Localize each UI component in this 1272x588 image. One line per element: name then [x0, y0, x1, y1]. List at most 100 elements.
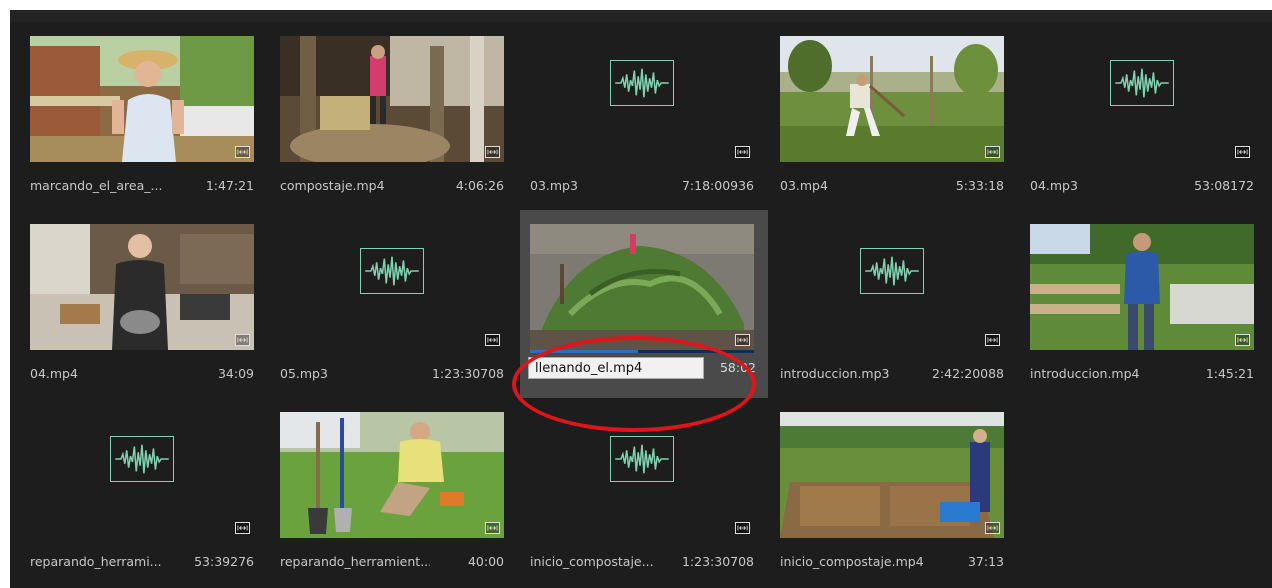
- media-tile[interactable]: marcando_el_area_... 1:47:21: [20, 22, 268, 210]
- media-caption: compostaje.mp4 4:06:26: [280, 178, 504, 198]
- media-caption: 03.mp4 5:33:18: [780, 178, 1004, 198]
- selected-media-tile[interactable]: 58:02: [520, 210, 768, 398]
- media-caption: reparando_herramient... 40:00: [280, 554, 504, 574]
- media-caption: 03.mp3 7:18:00936: [530, 178, 754, 198]
- audio-thumbnail[interactable]: [530, 36, 754, 162]
- project-bin-panel: marcando_el_area_... 1:47:21 compostaje.…: [10, 10, 1272, 588]
- audio-thumbnail[interactable]: [780, 224, 1004, 350]
- woman-in-hat-photo: [30, 36, 254, 162]
- media-duration: 1:23:30708: [431, 366, 504, 381]
- barn-compost-photo: [280, 36, 504, 162]
- film-icon: [1235, 146, 1250, 158]
- compost-bins-photo: [780, 412, 1004, 538]
- rename-input[interactable]: [528, 357, 704, 379]
- media-name: marcando_el_area_...: [30, 178, 163, 193]
- media-caption: introduccion.mp3 2:42:20088: [780, 366, 1004, 386]
- audio-thumbnail[interactable]: [30, 412, 254, 538]
- media-caption: introduccion.mp4 1:45:21: [1030, 366, 1254, 386]
- media-name: 04.mp3: [1030, 178, 1078, 193]
- media-name: inicio_compostaje.mp4: [780, 554, 924, 569]
- media-duration: 7:18:00936: [681, 178, 754, 193]
- video-thumbnail[interactable]: [530, 224, 754, 350]
- media-tile[interactable]: introduccion.mp4 1:45:21: [1020, 210, 1268, 398]
- media-tile[interactable]: 03.mp3 7:18:00936: [520, 22, 768, 210]
- audio-waveform-icon: [1110, 60, 1174, 106]
- media-caption: 05.mp3 1:23:30708: [280, 366, 504, 386]
- media-duration: 58:02: [719, 360, 756, 375]
- video-thumbnail[interactable]: [780, 412, 1004, 538]
- media-caption: reparando_herrami... 53:39276: [30, 554, 254, 574]
- audio-waveform-icon: [610, 60, 674, 106]
- audio-waveform-icon: [610, 436, 674, 482]
- audio-waveform-icon: [110, 436, 174, 482]
- media-name: reparando_herrami...: [30, 554, 162, 569]
- media-caption: inicio_compostaje.mp4 37:13: [780, 554, 1004, 574]
- audio-thumbnail[interactable]: [530, 412, 754, 538]
- media-tile[interactable]: 05.mp3 1:23:30708: [270, 210, 518, 398]
- media-duration: 5:33:18: [955, 178, 1004, 193]
- media-name: reparando_herramient...: [280, 554, 430, 569]
- media-tile[interactable]: compostaje.mp4 4:06:26: [270, 22, 518, 210]
- playback-scrubber[interactable]: [530, 350, 754, 353]
- media-duration: 53:08172: [1194, 178, 1254, 193]
- film-icon: [735, 146, 750, 158]
- audio-thumbnail[interactable]: [280, 224, 504, 350]
- audio-waveform-icon: [360, 248, 424, 294]
- film-icon: [235, 334, 250, 346]
- film-icon: [1235, 334, 1250, 346]
- audio-thumbnail[interactable]: [1030, 36, 1254, 162]
- media-name: introduccion.mp4: [1030, 366, 1140, 381]
- media-tile[interactable]: 04.mp3 53:08172: [1020, 22, 1268, 210]
- media-tile[interactable]: inicio_compostaje... 1:23:30708: [520, 398, 768, 586]
- media-name: 03.mp3: [530, 178, 578, 193]
- media-tile[interactable]: 03.mp4 5:33:18: [770, 22, 1018, 210]
- video-thumbnail[interactable]: [30, 36, 254, 162]
- field-digging-photo: [780, 36, 1004, 162]
- media-name: compostaje.mp4: [280, 178, 385, 193]
- media-caption: 04.mp4 34:09: [30, 366, 254, 386]
- media-duration: 1:23:30708: [681, 554, 754, 569]
- film-icon: [985, 334, 1000, 346]
- man-in-garden-photo: [1030, 224, 1254, 350]
- media-duration: 1:47:21: [205, 178, 254, 193]
- media-tile[interactable]: reparando_herrami... 53:39276: [20, 398, 268, 586]
- compost-pile-photo: [530, 224, 754, 350]
- media-name: 05.mp3: [280, 366, 328, 381]
- media-duration: 37:13: [967, 554, 1004, 569]
- media-duration: 34:09: [217, 366, 254, 381]
- video-thumbnail[interactable]: [780, 36, 1004, 162]
- media-duration: 2:42:20088: [931, 366, 1004, 381]
- media-tile[interactable]: reparando_herramient... 40:00: [270, 398, 518, 586]
- film-icon: [985, 522, 1000, 534]
- media-name: 03.mp4: [780, 178, 828, 193]
- media-tile[interactable]: inicio_compostaje.mp4 37:13: [770, 398, 1018, 586]
- media-name: inicio_compostaje...: [530, 554, 654, 569]
- media-caption: 04.mp3 53:08172: [1030, 178, 1254, 198]
- media-caption: inicio_compostaje... 1:23:30708: [530, 554, 754, 574]
- media-duration: 53:39276: [194, 554, 254, 569]
- film-icon: [485, 522, 500, 534]
- film-icon: [485, 334, 500, 346]
- film-icon: [235, 522, 250, 534]
- media-duration: 4:06:26: [455, 178, 504, 193]
- film-icon: [985, 146, 1000, 158]
- media-caption: marcando_el_area_... 1:47:21: [30, 178, 254, 198]
- kitchen-woman-photo: [30, 224, 254, 350]
- playhead-progress: [530, 350, 638, 353]
- film-icon: [485, 146, 500, 158]
- video-thumbnail[interactable]: [280, 36, 504, 162]
- video-thumbnail[interactable]: [280, 412, 504, 538]
- tool-repair-photo: [280, 412, 504, 538]
- audio-waveform-icon: [860, 248, 924, 294]
- film-icon: [235, 146, 250, 158]
- film-icon: [735, 334, 750, 346]
- video-thumbnail[interactable]: [1030, 224, 1254, 350]
- media-tile[interactable]: 04.mp4 34:09: [20, 210, 268, 398]
- media-tile[interactable]: introduccion.mp3 2:42:20088: [770, 210, 1018, 398]
- media-name: 04.mp4: [30, 366, 78, 381]
- media-name: introduccion.mp3: [780, 366, 890, 381]
- film-icon: [735, 522, 750, 534]
- video-thumbnail[interactable]: [30, 224, 254, 350]
- media-duration: 1:45:21: [1205, 366, 1254, 381]
- panel-header-strip: [10, 10, 1272, 22]
